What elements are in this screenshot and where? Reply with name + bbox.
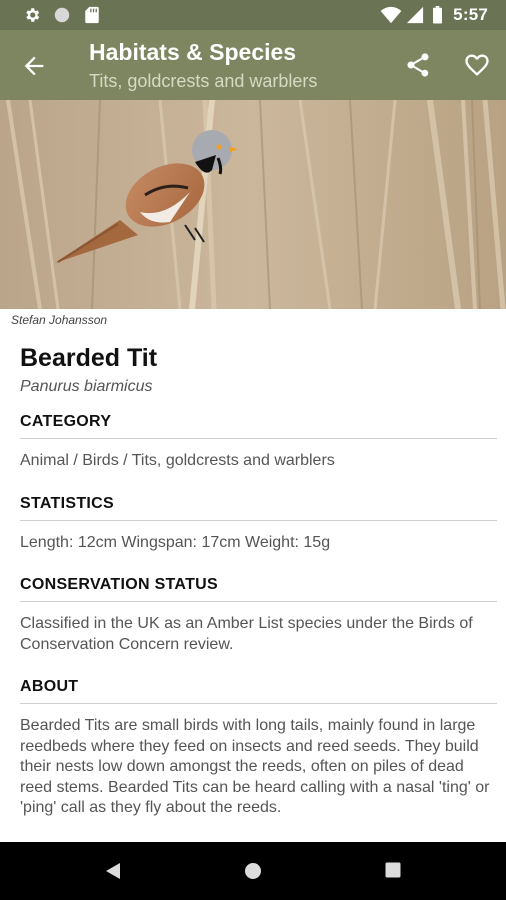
section-text-about: Bearded Tits are small birds with long t…: [20, 717, 490, 816]
gear-icon: [26, 8, 40, 22]
signal-icon: [406, 6, 424, 24]
section-heading-conservation: CONSERVATION STATUS: [20, 575, 497, 602]
arrow-back-icon[interactable]: [20, 52, 48, 80]
section-text-category: Animal / Birds / Tits, goldcrests and wa…: [20, 452, 335, 469]
circle-icon: [54, 7, 70, 23]
status-time: 5:57: [453, 5, 488, 24]
section-text-statistics: Length: 12cm Wingspan: 17cm Weight: 15g: [20, 533, 331, 551]
nav-home-icon[interactable]: [244, 862, 262, 880]
status-bar: 5:57: [0, 0, 506, 30]
battery-icon: [433, 6, 442, 24]
nav-recents-icon[interactable]: [385, 862, 401, 878]
bird-photo-illustration: [0, 100, 506, 309]
section-text-conservation: Classified in the UK as an Amber List sp…: [20, 615, 473, 653]
section-heading-about: ABOUT: [20, 677, 497, 704]
sd-card-icon: [85, 6, 99, 24]
section-heading-category: CATEGORY: [20, 412, 497, 439]
photo-credit: Stefan Johansson: [11, 313, 108, 327]
system-nav-bar: [0, 842, 506, 900]
page-title: Habitats & Species: [89, 39, 297, 65]
species-name: Bearded Tit: [20, 344, 158, 372]
nav-back-icon[interactable]: [104, 862, 122, 880]
share-icon[interactable]: [404, 51, 432, 79]
species-latin-name: Panurus biarmicus: [20, 378, 153, 395]
species-details: Bearded Tit Panurus biarmicus CATEGORY A…: [20, 342, 497, 819]
species-photo: [0, 100, 506, 309]
section-heading-statistics: STATISTICS: [20, 494, 497, 521]
heart-outline-icon[interactable]: [462, 51, 492, 79]
wifi-icon: [380, 6, 402, 24]
page-subtitle: Tits, goldcrests and warblers: [89, 71, 318, 91]
app-bar: Habitats & Species Tits, goldcrests and …: [0, 30, 506, 100]
